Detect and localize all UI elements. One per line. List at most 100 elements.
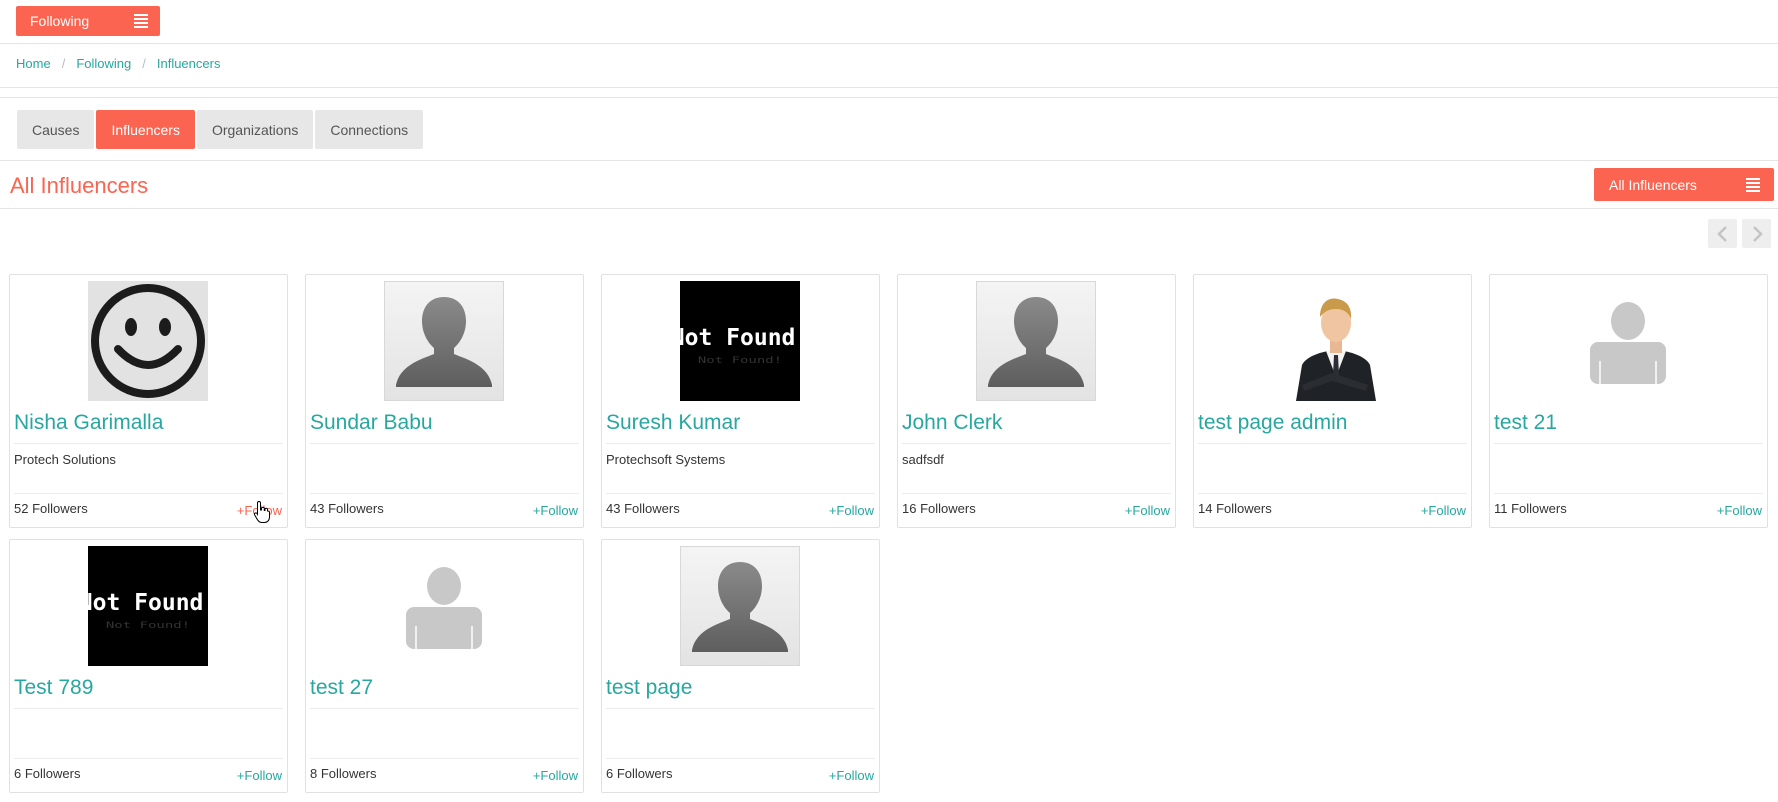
influencer-card: test 21 11 Followers +Follow — [1489, 274, 1768, 528]
chevron-left-icon — [1716, 225, 1727, 242]
hamburger-icon — [134, 14, 148, 28]
hamburger-icon — [1746, 177, 1760, 192]
default-user-avatar-icon — [384, 281, 504, 401]
influencer-name[interactable]: Sundar Babu — [310, 411, 433, 435]
divider — [310, 758, 579, 759]
divider — [310, 493, 579, 494]
not-found-image-icon: Not Found! Not Found! — [680, 281, 800, 401]
influencer-name[interactable]: Suresh Kumar — [606, 411, 740, 435]
divider — [606, 443, 875, 444]
influencer-name[interactable]: Nisha Garimalla — [14, 411, 163, 435]
influencer-card: Nisha Garimalla Protech Solutions 52 Follo… — [9, 274, 288, 528]
follow-button[interactable]: +Follow — [1125, 503, 1170, 518]
avatar[interactable] — [88, 281, 208, 401]
tab-organizations[interactable]: Organizations — [196, 110, 314, 149]
influencer-name[interactable]: test 21 — [1494, 411, 1557, 435]
influencer-name[interactable]: test page admin — [1198, 411, 1347, 435]
influencer-grid: Nisha Garimalla Protech Solutions 52 Follo… — [9, 274, 1768, 793]
influencer-card: test page 6 Followers +Follow — [601, 539, 880, 793]
divider — [1494, 443, 1763, 444]
influencer-card: John Clerk sadfsdf 16 Followers +Follow — [897, 274, 1176, 528]
divider — [902, 443, 1171, 444]
follow-button[interactable]: +Follow — [1717, 503, 1762, 518]
follower-count: 8 Followers — [310, 766, 377, 781]
divider — [310, 443, 579, 444]
influencer-name[interactable]: test 27 — [310, 676, 373, 700]
default-user-avatar-icon — [680, 546, 800, 666]
organization-name: Protechsoft Systems — [606, 452, 726, 467]
divider — [902, 493, 1171, 494]
divider — [14, 758, 283, 759]
follower-count: 16 Followers — [902, 501, 976, 516]
avatar[interactable] — [1568, 281, 1688, 401]
tab-connections[interactable]: Connections — [315, 110, 424, 149]
avatar[interactable] — [384, 281, 504, 401]
follower-count: 52 Followers — [14, 501, 88, 516]
svg-text:Not Found!: Not Found! — [106, 620, 190, 630]
divider — [1494, 493, 1763, 494]
avatar[interactable] — [680, 546, 800, 666]
influencer-name[interactable]: Test 789 — [14, 676, 93, 700]
organization-name: sadfsdf — [902, 452, 944, 467]
divider — [0, 97, 1778, 98]
influencer-card: Not Found! Not Found! Suresh Kumar Protechs… — [601, 274, 880, 528]
placeholder-user-icon — [384, 546, 504, 666]
page-title: All Influencers — [10, 173, 149, 198]
follow-button[interactable]: +Follow — [829, 503, 874, 518]
placeholder-user-icon — [1568, 281, 1688, 401]
breadcrumb: Home / Following / Influencers — [16, 56, 220, 71]
next-page-button[interactable] — [1742, 219, 1771, 248]
follow-button[interactable]: +Follow — [829, 768, 874, 783]
not-found-text: Not Found! — [88, 590, 208, 616]
prev-page-button[interactable] — [1708, 219, 1737, 248]
top-bar: Following — [0, 0, 1778, 44]
divider — [14, 493, 283, 494]
profile-photo-icon — [1272, 281, 1392, 401]
divider — [0, 160, 1778, 161]
breadcrumb-home[interactable]: Home — [16, 56, 51, 71]
filter-label: All Influencers — [1609, 176, 1697, 193]
following-menu-button[interactable]: Following — [16, 6, 160, 36]
not-found-image-icon: Not Found! Not Found! — [88, 546, 208, 666]
divider — [0, 87, 1778, 88]
breadcrumb-influencers[interactable]: Influencers — [157, 56, 221, 71]
divider — [1198, 443, 1467, 444]
follow-button[interactable]: +Follow — [533, 768, 578, 783]
influencer-card: Not Found! Not Found! Test 789 6 Followers +… — [9, 539, 288, 793]
divider — [606, 758, 875, 759]
avatar[interactable]: Not Found! Not Found! — [88, 546, 208, 666]
follower-count: 14 Followers — [1198, 501, 1272, 516]
follow-button[interactable]: +Follow — [1421, 503, 1466, 518]
avatar[interactable]: Not Found! Not Found! — [680, 281, 800, 401]
svg-text:Not Found!: Not Found! — [698, 355, 782, 365]
follow-button[interactable]: +Follow — [533, 503, 578, 518]
influencer-name[interactable]: test page — [606, 676, 692, 700]
influencer-name[interactable]: John Clerk — [902, 411, 1002, 435]
follower-count: 43 Followers — [310, 501, 384, 516]
follower-count: 6 Followers — [14, 766, 81, 781]
influencer-card: Sundar Babu 43 Followers +Follow — [305, 274, 584, 528]
divider — [0, 208, 1778, 209]
breadcrumb-separator: / — [61, 56, 66, 71]
default-user-avatar-icon — [976, 281, 1096, 401]
divider — [14, 443, 283, 444]
tab-influencers[interactable]: Influencers — [96, 110, 195, 149]
tab-causes[interactable]: Causes — [17, 110, 95, 149]
not-found-text: Not Found! — [680, 325, 800, 351]
organization-name: Protech Solutions — [14, 452, 116, 467]
avatar[interactable] — [976, 281, 1096, 401]
avatar[interactable] — [1272, 281, 1392, 401]
follower-count: 6 Followers — [606, 766, 673, 781]
influencer-card: test 27 8 Followers +Follow — [305, 539, 584, 793]
divider — [310, 708, 579, 709]
divider — [606, 493, 875, 494]
smiley-avatar-icon — [88, 281, 208, 401]
breadcrumb-separator: / — [142, 56, 146, 71]
influencer-filter-button[interactable]: All Influencers — [1594, 168, 1774, 201]
chevron-right-icon — [1752, 225, 1763, 242]
follow-button[interactable]: +Follow — [237, 768, 282, 783]
follow-button[interactable]: +Follow — [237, 503, 282, 518]
category-tabs: Causes Influencers Organizations Connect… — [17, 110, 424, 149]
breadcrumb-following[interactable]: Following — [76, 56, 131, 71]
avatar[interactable] — [384, 546, 504, 666]
